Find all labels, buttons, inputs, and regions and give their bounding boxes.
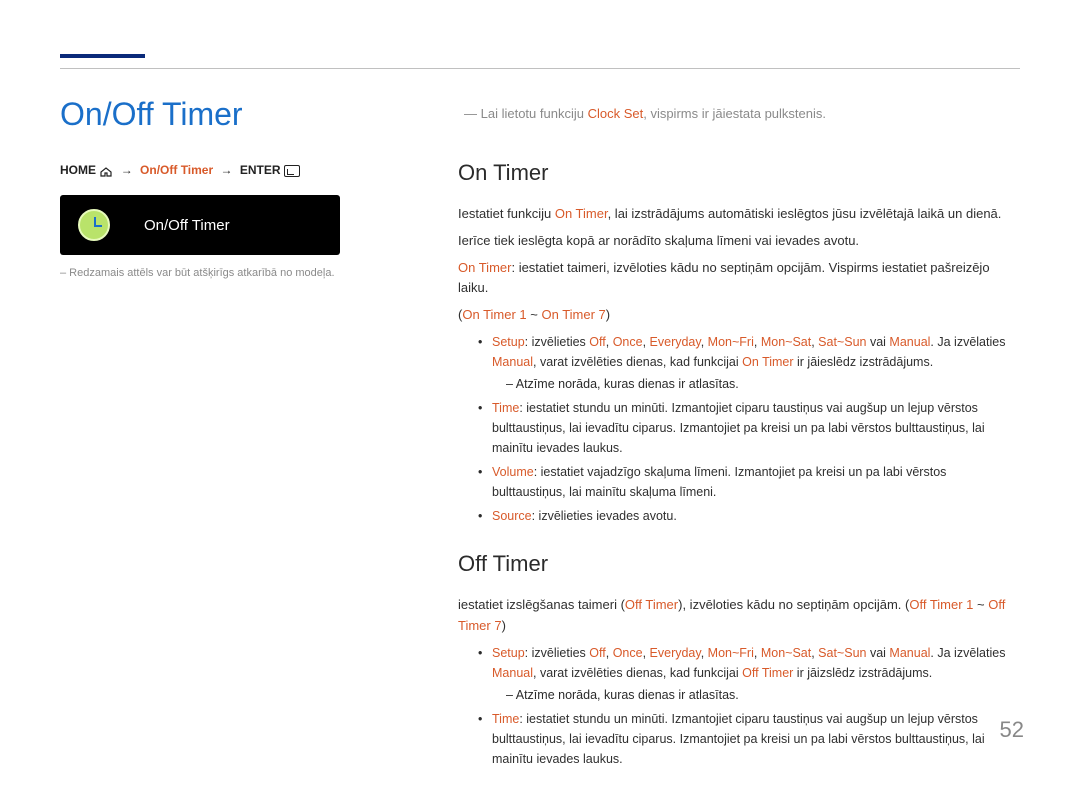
text: : izvēlieties bbox=[525, 646, 590, 660]
opt: Manual bbox=[889, 335, 930, 349]
sub-note: Atzīme norāda, kuras dienas ir atlasītas… bbox=[506, 374, 1018, 394]
page-number: 52 bbox=[1000, 717, 1024, 743]
opt: Manual bbox=[492, 666, 533, 680]
off-timer-heading: Off Timer bbox=[458, 546, 1018, 581]
text: . Ja izvēlaties bbox=[930, 335, 1005, 349]
on-timer-range: ((On Timer 1 ~ On Timer 7)On Timer 1 ~ O… bbox=[458, 305, 1018, 326]
opt: Once bbox=[613, 646, 643, 660]
text: : izvēlieties ievades avotu. bbox=[532, 509, 677, 523]
text-accent: Off Timer bbox=[742, 666, 793, 680]
opt: Sat~Sun bbox=[818, 335, 866, 349]
label: Source bbox=[492, 509, 532, 523]
opt: Once bbox=[613, 335, 643, 349]
text-accent: On Timer bbox=[458, 260, 511, 275]
text: ~ bbox=[973, 597, 988, 612]
text: , lai izstrādājums automātiski ieslēgtos… bbox=[608, 206, 1002, 221]
off-timer-p1: iestatiet izslēgšanas taimeri (Off Timer… bbox=[458, 595, 1018, 637]
text: vai bbox=[866, 335, 889, 349]
breadcrumb-enter: ENTER bbox=[240, 163, 281, 177]
text: Iestatiet funkciju bbox=[458, 206, 555, 221]
clock-icon bbox=[78, 209, 110, 241]
enter-icon bbox=[284, 165, 300, 177]
note-prefix: ― Lai lietotu funkciju bbox=[464, 106, 588, 121]
list-item: Volume: iestatiet vajadzīgo skaļuma līme… bbox=[478, 462, 1018, 502]
text-accent: On Timer bbox=[555, 206, 608, 221]
text: ir jāieslēdz izstrādājums. bbox=[794, 355, 934, 369]
left-column: On/Off Timer HOME → On/Off Timer → ENTER… bbox=[60, 96, 400, 279]
list-item: Setup: izvēlieties Off, Once, Everyday, … bbox=[478, 643, 1018, 705]
range-text: On Timer 1 bbox=[462, 307, 526, 322]
right-column: ― Lai lietotu funkciju Clock Set, vispir… bbox=[458, 100, 1018, 789]
divider bbox=[60, 68, 1020, 69]
off-timer-bullets: Setup: izvēlieties Off, Once, Everyday, … bbox=[478, 643, 1018, 769]
opt: Sat~Sun bbox=[818, 646, 866, 660]
top-note: ― Lai lietotu funkciju Clock Set, vispir… bbox=[458, 100, 1018, 129]
list-item: Time: iestatiet stundu un minūti. Izmant… bbox=[478, 398, 1018, 458]
range-text: On Timer 7 bbox=[541, 307, 605, 322]
label: Time bbox=[492, 712, 519, 726]
arrow-icon: → bbox=[117, 163, 137, 177]
text: : iestatiet stundu un minūti. Izmantojie… bbox=[492, 401, 985, 455]
card-label: On/Off Timer bbox=[144, 217, 230, 234]
on-timer-heading: On Timer bbox=[458, 155, 1018, 190]
opt: Manual bbox=[492, 355, 533, 369]
page-title: On/Off Timer bbox=[60, 96, 400, 133]
text: . Ja izvēlaties bbox=[930, 646, 1005, 660]
list-item: Source: izvēlieties ievades avotu. bbox=[478, 506, 1018, 526]
label: Setup bbox=[492, 646, 525, 660]
breadcrumb: HOME → On/Off Timer → ENTER bbox=[60, 163, 400, 177]
text: : iestatiet stundu un minūti. Izmantojie… bbox=[492, 712, 985, 766]
home-icon bbox=[99, 166, 113, 176]
note-accent: Clock Set bbox=[588, 106, 644, 121]
on-timer-p2: Ierīce tiek ieslēgta kopā ar norādīto sk… bbox=[458, 231, 1018, 252]
text: vai bbox=[866, 646, 889, 660]
text: iestatiet izslēgšanas taimeri ( bbox=[458, 597, 625, 612]
breadcrumb-home: HOME bbox=[60, 163, 96, 177]
on-timer-p3: On Timer: iestatiet taimeri, izvēloties … bbox=[458, 258, 1018, 300]
text: , varat izvēlēties dienas, kad funkcijai bbox=[533, 355, 742, 369]
text: : izvēlieties bbox=[525, 335, 590, 349]
list-item: Time: iestatiet stundu un minūti. Izmant… bbox=[478, 709, 1018, 769]
opt: Everyday bbox=[650, 335, 701, 349]
sub-note: Atzīme norāda, kuras dienas ir atlasītas… bbox=[506, 685, 1018, 705]
opt: Off bbox=[589, 335, 605, 349]
text: , varat izvēlēties dienas, kad funkcijai bbox=[533, 666, 742, 680]
text: ) bbox=[502, 618, 506, 633]
arrow-icon: → bbox=[217, 163, 237, 177]
on-timer-p1: Iestatiet funkciju On Timer, lai izstrād… bbox=[458, 204, 1018, 225]
breadcrumb-path: On/Off Timer bbox=[140, 163, 213, 177]
text-accent: On Timer bbox=[742, 355, 793, 369]
opt: Off bbox=[589, 646, 605, 660]
left-note: – Redzamais attēls var būt atšķirīgs atk… bbox=[60, 267, 400, 279]
opt: Mon~Sat bbox=[761, 335, 811, 349]
accent-bar bbox=[60, 54, 145, 58]
timer-card: On/Off Timer bbox=[60, 195, 340, 255]
opt: Mon~Fri bbox=[708, 646, 754, 660]
list-item: Setup: izvēlieties Off, Once, Everyday, … bbox=[478, 332, 1018, 394]
note-suffix: , vispirms ir jāiestata pulkstenis. bbox=[643, 106, 826, 121]
opt: Mon~Sat bbox=[761, 646, 811, 660]
label: Time bbox=[492, 401, 519, 415]
on-timer-bullets: Setup: izvēlieties Off, Once, Everyday, … bbox=[478, 332, 1018, 526]
text: : iestatiet taimeri, izvēloties kādu no … bbox=[458, 260, 990, 296]
label: Setup bbox=[492, 335, 525, 349]
text: ir jāizslēdz izstrādājums. bbox=[793, 666, 932, 680]
text: ), izvēloties kādu no septiņām opcijām. … bbox=[678, 597, 909, 612]
opt: Mon~Fri bbox=[708, 335, 754, 349]
opt: Everyday bbox=[650, 646, 701, 660]
text-accent: Off Timer 1 bbox=[909, 597, 973, 612]
label: Volume bbox=[492, 465, 534, 479]
text: : iestatiet vajadzīgo skaļuma līmeni. Iz… bbox=[492, 465, 946, 499]
opt: Manual bbox=[889, 646, 930, 660]
text-accent: Off Timer bbox=[625, 597, 678, 612]
